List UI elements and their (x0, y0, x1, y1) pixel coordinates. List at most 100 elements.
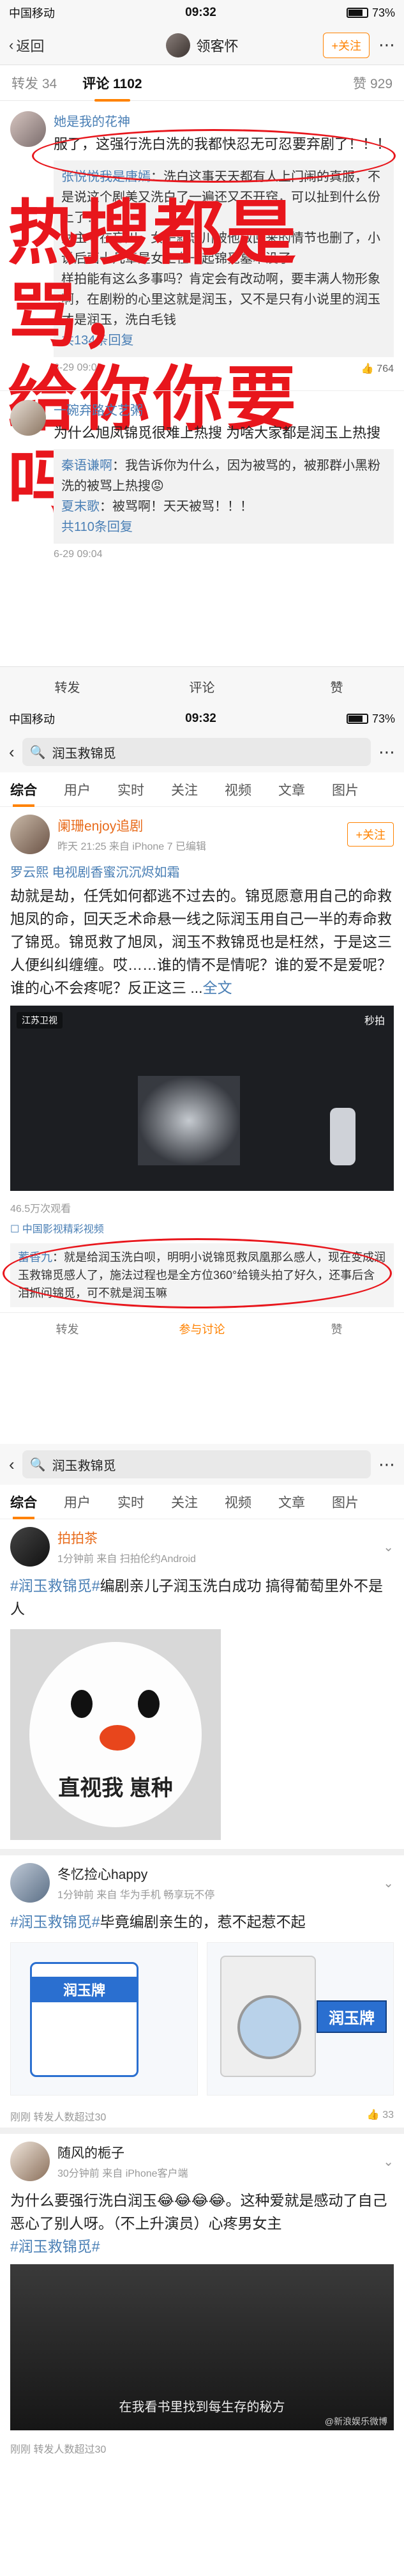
post-text: 为什么要强行洗白润玉😂😂😂😂。这种爱就是感动了自己恶心了别人呀。（不上升演员）心… (0, 2189, 404, 2258)
video-source[interactable]: ☐ 中国影视精彩视频 (0, 1218, 404, 1238)
full-text-link[interactable]: 全文 (203, 979, 232, 996)
avatar[interactable] (10, 815, 50, 854)
search-icon: 🔍 (29, 1457, 46, 1472)
follow-button[interactable]: +关注 (323, 32, 370, 58)
avatar[interactable] (10, 1527, 50, 1567)
avatar[interactable] (10, 400, 46, 436)
tab-users[interactable]: 用户 (64, 1492, 91, 1512)
post-header: 随风的栀子 30分钟前 来自 iPhone客户端 ⌄ (0, 2134, 404, 2189)
tab-images[interactable]: 图片 (332, 1492, 359, 1512)
tab-like[interactable]: 赞 929 (353, 73, 393, 93)
comment-button[interactable]: 评论 (135, 677, 269, 696)
tab-all[interactable]: 综合 (10, 1492, 37, 1519)
tab-video[interactable]: 视频 (225, 1492, 251, 1512)
washing-machine-image (220, 1956, 316, 2077)
post-author[interactable]: 冬忆捡心happy (57, 1864, 214, 1883)
reply-box[interactable]: 秦语谦啊：我告诉你为什么，因为被骂的，被那群小黑粉洗的被骂上热搜😡 夏末歌：被骂… (54, 449, 394, 544)
topic-link[interactable]: #润玉救锦觅# (10, 1577, 100, 1594)
battery-percent: 73% (371, 6, 395, 19)
nav-username: 领客怀 (196, 38, 239, 54)
post-author[interactable]: 随风的栀子 (57, 2143, 188, 2162)
hot-reply[interactable]: 蓄香九：就是给润玉洗白呗，明明小说锦觅救凤凰那么感人，现在变成润玉救锦觅感人了，… (3, 1238, 394, 1308)
post-author[interactable]: 拍拍茶 (57, 1528, 196, 1547)
post-image[interactable]: 润玉牌 (206, 1942, 394, 2096)
chevron-down-icon[interactable]: ⌄ (383, 1539, 394, 1555)
tab-users[interactable]: 用户 (64, 780, 91, 799)
post-footer: 刚刚 转发人数超过30 (10, 2444, 107, 2455)
image-watermark: @新浪娱乐微博 (324, 2416, 387, 2426)
post-image[interactable]: 在我看书里找到每生存的秘方 @新浪娱乐微博 (10, 2264, 394, 2430)
reply-author[interactable]: 夏末歌 (61, 500, 100, 514)
comment-text: 服了，这强行洗白洗的我都快忍无可忍要弃剧了！！！ (54, 136, 391, 152)
chevron-down-icon[interactable]: ⌄ (383, 1875, 394, 1891)
discuss-button[interactable]: 参与讨论 (135, 1321, 269, 1337)
search-input[interactable]: 🔍 润玉救锦觅 (22, 738, 371, 766)
more-replies-link[interactable]: 共110条回复 (61, 517, 386, 537)
like-button[interactable]: 赞 (269, 677, 404, 696)
battery-icon (346, 8, 368, 18)
search-filter-tabs: 综合 用户 实时 关注 视频 文章 图片 (0, 772, 404, 807)
tab-following[interactable]: 关注 (171, 1492, 198, 1512)
reply-author[interactable]: 张悦悦我是唐嫣 (61, 170, 151, 184)
tab-articles[interactable]: 文章 (278, 1492, 305, 1512)
more-icon[interactable]: ⋯ (378, 35, 395, 55)
post-header: 冬忆捡心happy 1分钟前 来自 华为手机 畅享玩不停 ⌄ (0, 1855, 404, 1910)
topic-link[interactable]: #润玉救锦觅# (10, 2235, 394, 2258)
thumb-up-icon: 👍 (366, 2110, 383, 2120)
avatar[interactable] (10, 2142, 50, 2181)
tab-images[interactable]: 图片 (332, 780, 359, 799)
more-icon[interactable]: ⋯ (378, 742, 395, 762)
avatar[interactable] (10, 111, 46, 147)
nav-bar: ‹ 返回 领客怀 +关注 ⋯ (0, 26, 404, 65)
back-icon[interactable]: ‹ (9, 742, 15, 762)
tab-all[interactable]: 综合 (10, 780, 37, 807)
reply-author[interactable]: 蓄香九 (18, 1251, 52, 1264)
clock: 09:32 (185, 712, 216, 725)
post-author[interactable]: 阑珊enjoy追剧 (57, 816, 206, 835)
washer-label: 润玉牌 (317, 2000, 387, 2033)
post-text: #润玉救锦觅#毕竟编剧亲生的，惹不起惹不起 (10, 1913, 306, 1930)
reply-text: ：就是给润玉洗白呗，明明小说锦觅救凤凰那么感人，现在变成润玉救锦觅感人了，施法过… (18, 1251, 385, 1300)
back-icon[interactable]: ‹ (9, 1455, 15, 1475)
status-bar: 中国移动 09:32 73% (0, 0, 404, 26)
tab-video[interactable]: 视频 (225, 780, 251, 799)
battery-icon (346, 714, 368, 724)
reply-author[interactable]: 秦语谦啊 (61, 459, 112, 473)
like-count[interactable]: 👍 33 (367, 2108, 394, 2124)
avatar[interactable] (10, 1863, 50, 1903)
post-tags[interactable]: 罗云熙 电视剧香蜜沉沉烬如霜 (0, 862, 404, 880)
post-header: 阑珊enjoy追剧 昨天 21:25 来自 iPhone 7 已编辑 +关注 (0, 807, 404, 862)
tab-realtime[interactable]: 实时 (117, 1492, 144, 1512)
meme-caption: 直视我 崽种 (58, 1776, 173, 1800)
more-icon[interactable]: ⋯ (378, 1455, 395, 1475)
comment-author[interactable]: 她是我的花神 (54, 111, 394, 130)
penguin-meme: 直视我 崽种 (10, 1629, 221, 1840)
chevron-down-icon[interactable]: ⌄ (383, 2154, 394, 2170)
post-image[interactable]: 润玉牌 (10, 1942, 198, 2096)
search-icon: 🔍 (29, 745, 46, 760)
repost-button[interactable]: 转发 (0, 1321, 135, 1337)
like-button[interactable]: 赞 (269, 1321, 404, 1337)
view-count: 46.5万次观看 (10, 1204, 71, 1215)
nav-user[interactable]: 领客怀 (165, 33, 239, 57)
tab-realtime[interactable]: 实时 (117, 780, 144, 799)
comment-author[interactable]: 一碗弃路文艺粥 (54, 400, 394, 418)
topic-link[interactable]: #润玉救锦觅# (10, 1913, 100, 1930)
repost-button[interactable]: 转发 (0, 677, 135, 696)
tab-repost[interactable]: 转发 34 (11, 73, 57, 93)
post-image[interactable]: 直视我 崽种 (10, 1629, 394, 1840)
back-button[interactable]: ‹ 返回 (9, 35, 44, 56)
tab-following[interactable]: 关注 (171, 780, 198, 799)
follow-button[interactable]: +关注 (347, 822, 394, 847)
post-text: 劫就是劫，任凭如何都逃不过去的。锦觅愿意用自己的命救旭凤的命，回天乏术命悬一线之… (10, 887, 392, 996)
search-screen: 中国移动 09:32 73% ‹ 🔍 润玉救锦觅 ⋯ 综合 用户 实时 关注 视… (0, 706, 404, 1444)
tab-comment[interactable]: 评论 1102 (82, 73, 142, 102)
status-bar: 中国移动 09:32 73% (0, 706, 404, 732)
search-input[interactable]: 🔍 润玉救锦觅 (22, 1450, 371, 1478)
post-meta: 昨天 21:25 来自 iPhone 7 已编辑 (57, 841, 206, 852)
tab-articles[interactable]: 文章 (278, 780, 305, 799)
avatar (165, 33, 190, 57)
video-player[interactable]: 江苏卫视 秒拍 (10, 1006, 394, 1191)
search-screen: ‹ 🔍 润玉救锦觅 ⋯ 综合 用户 实时 关注 视频 文章 图片 拍拍茶 1分钟… (0, 1444, 404, 2576)
carrier-label: 中国移动 (9, 7, 55, 20)
